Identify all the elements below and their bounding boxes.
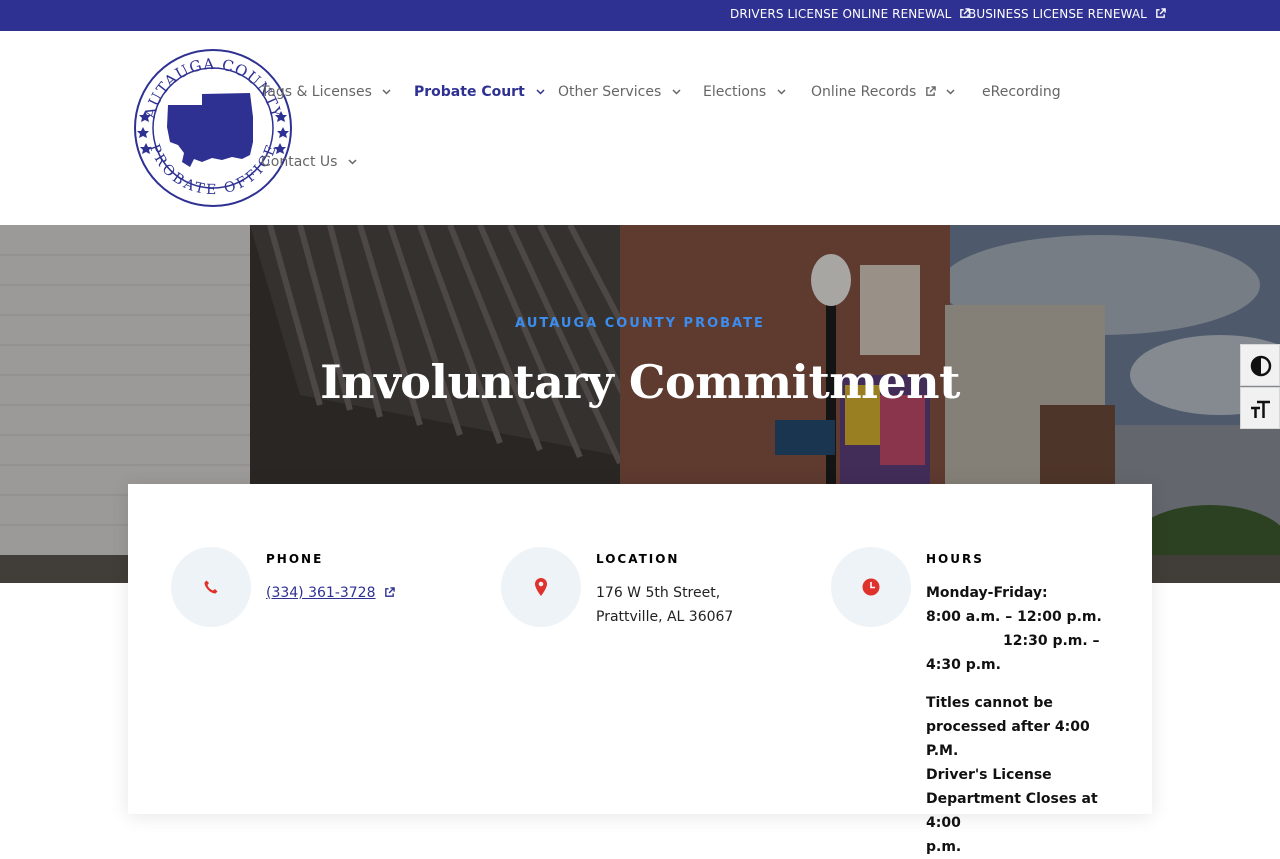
autauga-probate-logo[interactable]: AUTAUGA COUNTY PROBATE OFFICE bbox=[132, 47, 294, 209]
nav-other-services[interactable]: Other Services bbox=[558, 84, 681, 100]
hours-note-1: Titles cannot be bbox=[926, 695, 1053, 711]
nav-contact-us[interactable]: Contact Us bbox=[261, 154, 357, 170]
address-line-2: Prattville, AL 36067 bbox=[596, 609, 734, 625]
nav-elections-label: Elections bbox=[703, 84, 767, 100]
location-heading: LOCATION bbox=[596, 552, 680, 566]
hours-schedule: Monday-Friday: 8:00 a.m. – 12:00 p.m. 12… bbox=[926, 581, 1126, 677]
nav-tags-licenses-label: Tags & Licenses bbox=[261, 84, 372, 100]
nav-elections[interactable]: Elections bbox=[703, 84, 786, 100]
business-license-renewal-link[interactable]: BUSINESS LICENSE RENEWAL bbox=[968, 7, 1166, 21]
address-line-1: 176 W 5th Street, bbox=[596, 585, 721, 601]
page-title: Involuntary Commitment bbox=[320, 355, 960, 409]
top-bar: DRIVERS LICENSE ONLINE RENEWAL BUSINESS … bbox=[0, 0, 1280, 31]
nav-online-records-label: Online Records bbox=[811, 84, 917, 100]
hours-note-5: p.m. bbox=[926, 839, 962, 855]
hours-icon-circle bbox=[831, 547, 911, 627]
chevron-down-icon bbox=[536, 89, 545, 95]
nav-erecording[interactable]: eRecording bbox=[982, 84, 1061, 100]
nav-probate-court[interactable]: Probate Court bbox=[414, 84, 545, 100]
business-license-renewal-label: BUSINESS LICENSE RENEWAL bbox=[968, 7, 1147, 21]
nav-probate-court-label: Probate Court bbox=[414, 84, 525, 100]
phone-icon-circle bbox=[171, 547, 251, 627]
drivers-license-renewal-link[interactable]: DRIVERS LICENSE ONLINE RENEWAL bbox=[730, 7, 971, 21]
chevron-down-icon bbox=[382, 89, 391, 95]
hours-note-4: Department Closes at 4:00 bbox=[926, 791, 1098, 831]
external-link-icon bbox=[385, 587, 395, 597]
phone-icon bbox=[204, 580, 218, 594]
nav-other-services-label: Other Services bbox=[558, 84, 662, 100]
location-icon-circle bbox=[501, 547, 581, 627]
hours-slot-2a: 12:30 p.m. – bbox=[1003, 633, 1100, 649]
contrast-icon bbox=[1250, 355, 1272, 377]
hours-note: Titles cannot be processed after 4:00 P.… bbox=[926, 691, 1126, 859]
hero-eyebrow: AUTAUGA COUNTY PROBATE bbox=[515, 316, 765, 331]
hours-slot-1: 8:00 a.m. – 12:00 p.m. bbox=[926, 609, 1102, 625]
external-link-icon bbox=[1156, 8, 1166, 18]
hours-note-2: processed after 4:00 P.M. bbox=[926, 719, 1090, 759]
hours-heading: HOURS bbox=[926, 552, 984, 566]
nav-contact-us-label: Contact Us bbox=[261, 154, 338, 170]
nav-online-records[interactable]: Online Records bbox=[811, 84, 955, 100]
phone-number: (334) 361-3728 bbox=[266, 585, 376, 601]
contact-info-card: PHONE (334) 361-3728 LOCATION 176 W 5th … bbox=[128, 484, 1152, 855]
external-link-icon bbox=[925, 86, 936, 96]
chevron-down-icon bbox=[946, 89, 955, 95]
nav-erecording-label: eRecording bbox=[982, 84, 1061, 100]
map-pin-icon bbox=[535, 578, 547, 596]
font-size-toggle[interactable] bbox=[1240, 387, 1280, 429]
drivers-license-renewal-label: DRIVERS LICENSE ONLINE RENEWAL bbox=[730, 7, 952, 21]
hours-slot-2b: 4:30 p.m. bbox=[926, 657, 1001, 673]
chevron-down-icon bbox=[672, 89, 681, 95]
hours-note-3: Driver's License bbox=[926, 767, 1052, 783]
nav-tags-licenses[interactable]: Tags & Licenses bbox=[261, 84, 391, 100]
location-address: 176 W 5th Street, Prattville, AL 36067 bbox=[596, 581, 806, 629]
font-size-icon bbox=[1251, 400, 1270, 418]
clock-icon bbox=[862, 578, 880, 596]
high-contrast-toggle[interactable] bbox=[1240, 344, 1280, 386]
chevron-down-icon bbox=[777, 89, 786, 95]
hours-days: Monday-Friday: bbox=[926, 585, 1048, 601]
phone-heading: PHONE bbox=[266, 552, 324, 566]
phone-link[interactable]: (334) 361-3728 bbox=[266, 581, 395, 605]
chevron-down-icon bbox=[348, 159, 357, 165]
